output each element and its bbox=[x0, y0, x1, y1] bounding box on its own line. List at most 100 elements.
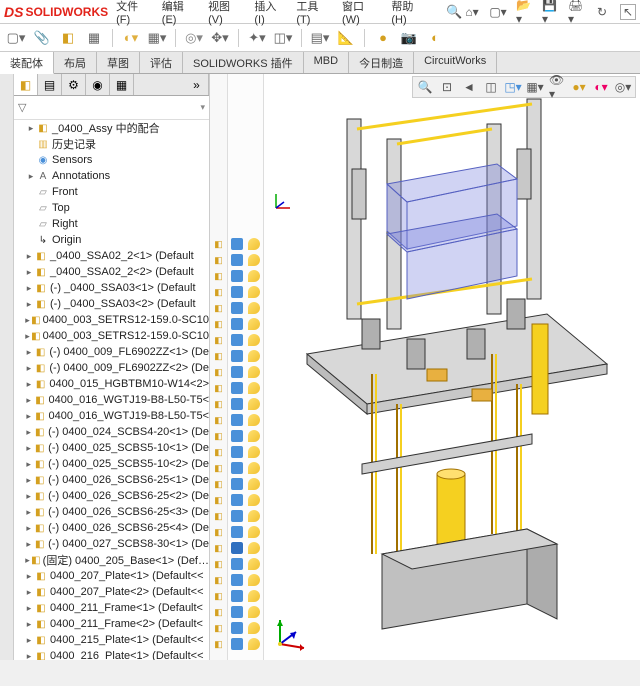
tree-tab-property[interactable]: ▤ bbox=[38, 74, 62, 95]
status-cell bbox=[228, 252, 263, 268]
new-doc-icon[interactable]: ▢▾ bbox=[490, 4, 506, 20]
tree-row-part[interactable]: ▸◧(-) _0400_SSA03<1> (Default bbox=[14, 280, 209, 296]
feature-icon[interactable]: ◐▾ bbox=[121, 28, 141, 48]
tree-row-part[interactable]: ▸◧0400_211_Frame<1> (Default< bbox=[14, 600, 209, 616]
menu-file[interactable]: 文件(F) bbox=[116, 0, 152, 26]
section-icon[interactable]: ◫▾ bbox=[273, 28, 293, 48]
menu-insert[interactable]: 插入(I) bbox=[254, 0, 286, 26]
sketch-icon[interactable]: ▦ bbox=[84, 28, 104, 48]
status-cell bbox=[228, 284, 263, 300]
status-cell bbox=[228, 492, 263, 508]
move-icon[interactable]: ✥▾ bbox=[210, 28, 230, 48]
separator bbox=[112, 29, 113, 47]
tree-row-part[interactable]: ▸◧(-) 0400_009_FL6902ZZ<1> (De bbox=[14, 344, 209, 360]
cursor-icon[interactable]: ↖ bbox=[620, 4, 636, 20]
view-triad-large[interactable] bbox=[270, 614, 310, 654]
measure-icon[interactable]: 📐 bbox=[336, 28, 356, 48]
search-icon[interactable]: 🔍 bbox=[444, 2, 464, 22]
print-icon[interactable]: 🖨▾ bbox=[568, 4, 584, 20]
tab-mbd[interactable]: MBD bbox=[304, 52, 349, 73]
tree-row-part[interactable]: ▸◧0400_016_WGTJ19-B8-L50-T5< bbox=[14, 392, 209, 408]
tree-row-part[interactable]: ▸◧(-) 0400_025_SCBS5-10<2> (De bbox=[14, 456, 209, 472]
tree-row-part[interactable]: ▸◧0400_207_Plate<2> (Default<< bbox=[14, 584, 209, 600]
tree-tab-other[interactable]: ▦ bbox=[110, 74, 134, 95]
attach-icon[interactable]: 📎 bbox=[32, 28, 52, 48]
tree-row-part[interactable]: ▸◧(-) 0400_026_SCBS6-25<1> (De bbox=[14, 472, 209, 488]
status-cell bbox=[228, 412, 263, 428]
open-doc-icon[interactable]: 📂▾ bbox=[516, 4, 532, 20]
menu-window[interactable]: 窗口(W) bbox=[342, 0, 381, 26]
config-indicator: ◧ bbox=[210, 380, 227, 396]
tab-layout[interactable]: 布局 bbox=[54, 52, 97, 73]
tree-row-plane[interactable]: ▱Front bbox=[14, 184, 209, 200]
mate-icon[interactable]: ◎▾ bbox=[184, 28, 204, 48]
status-cell bbox=[228, 316, 263, 332]
ds-logo-text: DS bbox=[4, 4, 23, 20]
part-icon[interactable]: ◧ bbox=[58, 28, 78, 48]
tree-row-part[interactable]: ▸◧0400_216_Plate<1> (Default<< bbox=[14, 648, 209, 660]
menu-view[interactable]: 视图(V) bbox=[208, 0, 244, 26]
tree-row-part[interactable]: ▸◧0400_003_SETRS12-159.0-SC10 bbox=[14, 328, 209, 344]
tree-row-part[interactable]: ▸◧(-) 0400_027_SCBS8-30<1> (De bbox=[14, 536, 209, 552]
tree-row-part[interactable]: ▸◧0400_211_Frame<2> (Default< bbox=[14, 616, 209, 632]
tree-row-ann[interactable]: ▸AAnnotations bbox=[14, 168, 209, 184]
tree-row-part[interactable]: ▸◧0400_015_HGBTBM10-W14<2> bbox=[14, 376, 209, 392]
tree-row-part[interactable]: ▸◧0400_016_WGTJ19-B8-L50-T5< bbox=[14, 408, 209, 424]
tree-row-part[interactable]: ▸◧_0400_SSA02_2<2> (Default bbox=[14, 264, 209, 280]
config-indicator: ◧ bbox=[210, 620, 227, 636]
tab-sketch[interactable]: 草图 bbox=[97, 52, 140, 73]
tree-row-plane[interactable]: ▱Right bbox=[14, 216, 209, 232]
tree-row-part[interactable]: ▸◧(-) 0400_025_SCBS5-10<1> (De bbox=[14, 440, 209, 456]
config-indicator: ◧ bbox=[210, 252, 227, 268]
tab-addins[interactable]: SOLIDWORKS 插件 bbox=[183, 52, 304, 73]
tree-tab-feature[interactable]: ◧ bbox=[14, 74, 38, 95]
render-icon[interactable]: ● bbox=[373, 28, 393, 48]
filter-icon[interactable]: ▽ bbox=[18, 101, 26, 114]
save-icon[interactable]: 💾▾ bbox=[542, 4, 558, 20]
new-icon[interactable]: ▢▾ bbox=[6, 28, 26, 48]
config-indicator: ◧ bbox=[210, 444, 227, 460]
menu-edit[interactable]: 编辑(E) bbox=[162, 0, 198, 26]
tree-row-part[interactable]: ▸◧_0400_SSA02_2<1> (Default bbox=[14, 248, 209, 264]
tab-circuitworks[interactable]: CircuitWorks bbox=[414, 52, 497, 73]
status-cell bbox=[228, 636, 263, 652]
camera-icon[interactable]: 📷 bbox=[399, 28, 419, 48]
tab-today[interactable]: 今日制造 bbox=[349, 52, 414, 73]
filter-dropdown-icon[interactable]: ▾ bbox=[200, 102, 205, 113]
feature-tree-body[interactable]: ▸◧_0400_Assy 中的配合▥历史记录◉Sensors▸AAnnotati… bbox=[14, 120, 209, 660]
pattern-icon[interactable]: ▦▾ bbox=[147, 28, 167, 48]
tree-row-part[interactable]: ▸◧(-) 0400_026_SCBS6-25<3> (De bbox=[14, 504, 209, 520]
tree-tab-expand[interactable]: » bbox=[185, 74, 209, 95]
tab-assembly[interactable]: 装配体 bbox=[0, 52, 54, 74]
command-tabbar: 装配体 布局 草图 评估 SOLIDWORKS 插件 MBD 今日制造 Circ… bbox=[0, 52, 640, 74]
tree-row-part[interactable]: ▸◧(固定) 0400_205_Base<1> (Def… bbox=[14, 552, 209, 568]
tree-row-origin[interactable]: ↳Origin bbox=[14, 232, 209, 248]
menu-help[interactable]: 帮助(H) bbox=[391, 0, 428, 26]
explode-icon[interactable]: ✦▾ bbox=[247, 28, 267, 48]
app-logo: DS SOLIDWORKS bbox=[4, 4, 108, 20]
appearance-icon[interactable]: ◐ bbox=[425, 28, 445, 48]
graphics-viewport[interactable]: 🔍 ⊡ ◄ ◫ ◳▾ ▦▾ 👁▾ ●▾ ◐▾ ◎▾ bbox=[264, 74, 640, 660]
rebuild-icon[interactable]: ↻ bbox=[594, 4, 610, 20]
tab-evaluate[interactable]: 评估 bbox=[140, 52, 183, 73]
menu-tools[interactable]: 工具(T) bbox=[296, 0, 332, 26]
tree-row-part[interactable]: ▸◧(-) 0400_026_SCBS6-25<4> (De bbox=[14, 520, 209, 536]
tree-row-part[interactable]: ▸◧(-) 0400_009_FL6902ZZ<2> (De bbox=[14, 360, 209, 376]
status-cell bbox=[228, 524, 263, 540]
tree-row-plane[interactable]: ▱Top bbox=[14, 200, 209, 216]
home-icon[interactable]: ⌂▾ bbox=[464, 4, 480, 20]
tree-row-part[interactable]: ▸◧(-) _0400_SSA03<2> (Default bbox=[14, 296, 209, 312]
tree-row-part[interactable]: ▸◧(-) 0400_026_SCBS6-25<2> (De bbox=[14, 488, 209, 504]
tree-row-part[interactable]: ▸◧0400_003_SETRS12-159.0-SC10 bbox=[14, 312, 209, 328]
separator bbox=[364, 29, 365, 47]
tree-tab-display[interactable]: ◉ bbox=[86, 74, 110, 95]
tree-row-asm[interactable]: ▸◧_0400_Assy 中的配合 bbox=[14, 120, 209, 136]
tree-row-part[interactable]: ▸◧(-) 0400_024_SCBS4-20<1> (De bbox=[14, 424, 209, 440]
bom-icon[interactable]: ▤▾ bbox=[310, 28, 330, 48]
tree-row-sensor[interactable]: ◉Sensors bbox=[14, 152, 209, 168]
tree-tab-config[interactable]: ⚙ bbox=[62, 74, 86, 95]
tree-row-folder[interactable]: ▥历史记录 bbox=[14, 136, 209, 152]
tree-row-part[interactable]: ▸◧0400_215_Plate<1> (Default<< bbox=[14, 632, 209, 648]
status-cell bbox=[228, 540, 263, 556]
tree-row-part[interactable]: ▸◧0400_207_Plate<1> (Default<< bbox=[14, 568, 209, 584]
